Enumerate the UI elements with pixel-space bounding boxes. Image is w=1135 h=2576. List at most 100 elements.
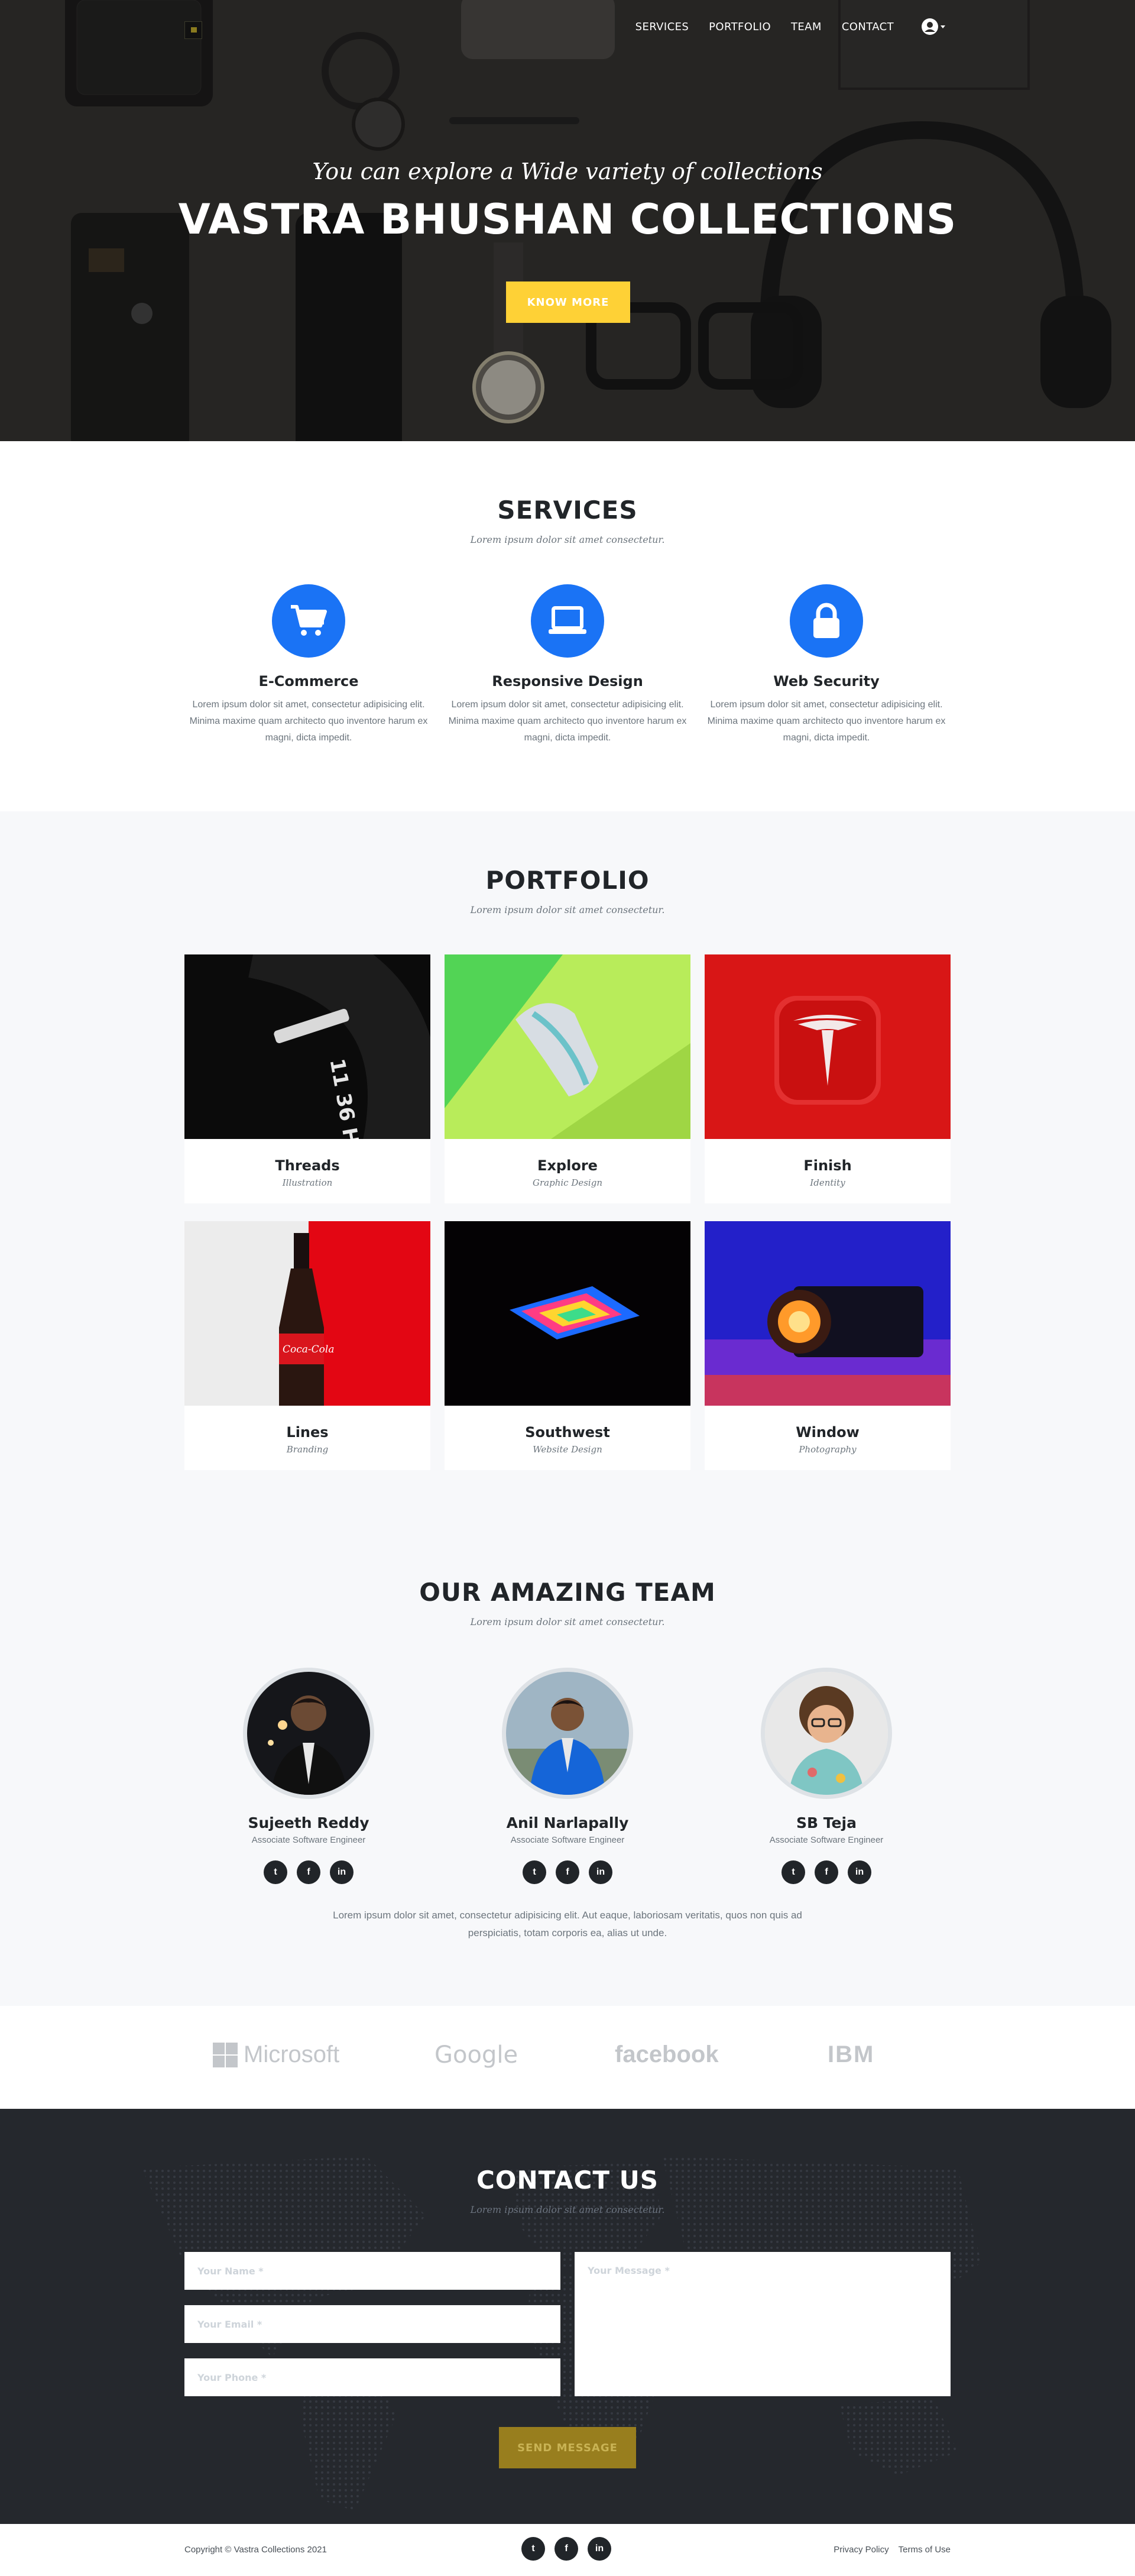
portfolio-item-category: Branding <box>286 1444 329 1455</box>
team-member: Anil Narlapally Associate Software Engin… <box>443 1668 692 1884</box>
team-list: Sujeeth Reddy Associate Software Enginee… <box>184 1668 951 1884</box>
portfolio-grid: 11 36 HO 21 Threads Illustration Explore… <box>184 908 951 1470</box>
member-role: Associate Software Engineer <box>769 1835 884 1845</box>
footer: Copyright © Vastra Collections 2021 t f … <box>0 2524 1135 2576</box>
portfolio-image-lines: Coca-Cola <box>184 1221 430 1406</box>
linkedin-icon[interactable]: in <box>848 1860 871 1884</box>
portfolio-item-category: Illustration <box>282 1177 333 1188</box>
terms-of-use-link[interactable]: Terms of Use <box>899 2545 951 2555</box>
phone-field[interactable] <box>184 2358 560 2396</box>
contact-fields <box>184 2252 560 2412</box>
lock-icon <box>813 603 839 638</box>
shopping-cart-icon <box>291 605 327 636</box>
member-name: Anil Narlapally <box>506 1814 629 1831</box>
user-menu[interactable] <box>921 18 946 35</box>
member-role: Associate Software Engineer <box>510 1835 625 1845</box>
portfolio-item[interactable]: Finish Identity <box>705 954 951 1203</box>
user-circle-icon <box>922 18 938 35</box>
main-nav: SERVICES PORTFOLIO TEAM CONTACT <box>635 18 946 35</box>
member-name: SB Teja <box>796 1814 857 1831</box>
contact-subtitle: Lorem ipsum dolor sit amet consectetur. <box>470 2204 665 2215</box>
portfolio-image-threads: 11 36 HO 21 <box>184 908 439 1198</box>
send-message-button[interactable]: SEND MESSAGE <box>499 2427 636 2468</box>
client-logo-ibm[interactable]: IBM <box>828 2041 874 2068</box>
service-title: Web Security <box>773 673 880 690</box>
linkedin-icon[interactable]: in <box>589 1860 612 1884</box>
portfolio-item[interactable]: Coca-Cola Lines Branding <box>184 1221 430 1470</box>
client-logo-google[interactable]: Google <box>434 2041 518 2069</box>
client-logo-microsoft[interactable]: Microsoft <box>213 2041 339 2068</box>
team-member: Sujeeth Reddy Associate Software Enginee… <box>184 1668 433 1884</box>
services-list: E-Commerce Lorem ipsum dolor sit amet, c… <box>184 584 951 746</box>
services-section: SERVICES Lorem ipsum dolor sit amet cons… <box>0 441 1135 811</box>
nav-services-link[interactable]: SERVICES <box>635 21 689 33</box>
twitter-icon[interactable]: t <box>781 1860 805 1884</box>
service-icon-circle <box>272 584 345 658</box>
portfolio-image-southwest <box>445 1221 690 1406</box>
service-text: Lorem ipsum dolor sit amet, consectetur … <box>448 700 687 743</box>
message-field[interactable] <box>575 2252 951 2396</box>
team-description: Lorem ipsum dolor sit amet, consectetur … <box>333 1910 802 1939</box>
copyright-text: Copyright © Vastra Collections 2021 <box>184 2545 327 2555</box>
hero-heading: VASTRA BHUSHAN COLLECTIONS <box>178 195 957 244</box>
service-text: Lorem ipsum dolor sit amet, consectetur … <box>707 700 946 743</box>
contact-section: CONTACT US Lorem ipsum dolor sit amet co… <box>0 2109 1135 2524</box>
nav-team-link[interactable]: TEAM <box>791 21 822 33</box>
name-field[interactable] <box>184 2252 560 2290</box>
portfolio-item[interactable]: 11 36 HO 21 Threads Illustration <box>184 908 439 1203</box>
facebook-icon[interactable]: f <box>554 2537 578 2561</box>
linkedin-icon[interactable]: in <box>330 1860 354 1884</box>
twitter-icon[interactable]: t <box>523 1860 546 1884</box>
nav-portfolio-link[interactable]: PORTFOLIO <box>709 21 771 33</box>
svg-text:Coca-Cola: Coca-Cola <box>283 1344 334 1355</box>
team-subtitle: Lorem ipsum dolor sit amet consectetur. <box>470 1616 665 1627</box>
service-icon-circle <box>790 584 863 658</box>
member-socials: t f in <box>184 1860 433 1884</box>
portfolio-item-category: Graphic Design <box>533 1177 602 1188</box>
service-text: Lorem ipsum dolor sit amet, consectetur … <box>189 700 428 743</box>
twitter-icon[interactable]: t <box>521 2537 545 2561</box>
facebook-icon[interactable]: f <box>815 1860 838 1884</box>
portfolio-item[interactable]: Southwest Website Design <box>445 1221 690 1470</box>
site-logo[interactable] <box>184 21 202 39</box>
facebook-icon[interactable]: f <box>556 1860 579 1884</box>
portfolio-title: PORTFOLIO <box>485 866 650 895</box>
portfolio-image-finish <box>705 954 951 1139</box>
member-name: Sujeeth Reddy <box>248 1814 369 1831</box>
portfolio-item-category: Identity <box>810 1177 845 1188</box>
portfolio-item[interactable]: Window Photography <box>705 1221 951 1470</box>
privacy-policy-link[interactable]: Privacy Policy <box>834 2545 888 2555</box>
member-socials: t f in <box>702 1860 951 1884</box>
linkedin-icon[interactable]: in <box>588 2537 611 2561</box>
portfolio-image-window <box>705 1221 951 1406</box>
portfolio-section: PORTFOLIO Lorem ipsum dolor sit amet con… <box>0 811 1135 1476</box>
service-title: Responsive Design <box>492 673 643 690</box>
hero-subheading: You can explore a Wide variety of collec… <box>312 158 823 185</box>
email-field[interactable] <box>184 2305 560 2343</box>
portfolio-item-title: Southwest <box>525 1424 610 1441</box>
portfolio-item-title: Window <box>796 1424 860 1441</box>
twitter-icon[interactable]: t <box>264 1860 287 1884</box>
service-item: E-Commerce Lorem ipsum dolor sit amet, c… <box>184 584 433 746</box>
member-role: Associate Software Engineer <box>251 1835 366 1845</box>
client-logo-facebook[interactable]: facebook <box>615 2041 719 2068</box>
hero-section: SERVICES PORTFOLIO TEAM CONTACT You can … <box>0 0 1135 441</box>
facebook-icon[interactable]: f <box>297 1860 320 1884</box>
nav-contact-link[interactable]: CONTACT <box>842 21 894 33</box>
services-title: SERVICES <box>497 496 638 525</box>
portfolio-item-title: Threads <box>275 1157 340 1174</box>
service-title: E-Commerce <box>258 673 359 690</box>
service-item: Responsive Design Lorem ipsum dolor sit … <box>443 584 692 746</box>
portfolio-item-title: Finish <box>803 1157 852 1174</box>
portfolio-item[interactable]: Explore Graphic Design <box>445 954 690 1203</box>
services-subtitle: Lorem ipsum dolor sit amet consectetur. <box>470 534 665 545</box>
client-name: IBM <box>828 2041 875 2067</box>
team-title: OUR AMAZING TEAM <box>419 1578 716 1607</box>
avatar <box>243 1668 374 1799</box>
caret-down-icon <box>941 25 945 28</box>
footer-socials: t f in <box>521 2537 611 2561</box>
clients-section: Microsoft Google facebook IBM <box>0 2006 1135 2109</box>
client-name: Google <box>434 2041 518 2069</box>
know-more-button[interactable]: KNOW MORE <box>506 281 630 323</box>
portfolio-item-category: Photography <box>799 1444 857 1455</box>
